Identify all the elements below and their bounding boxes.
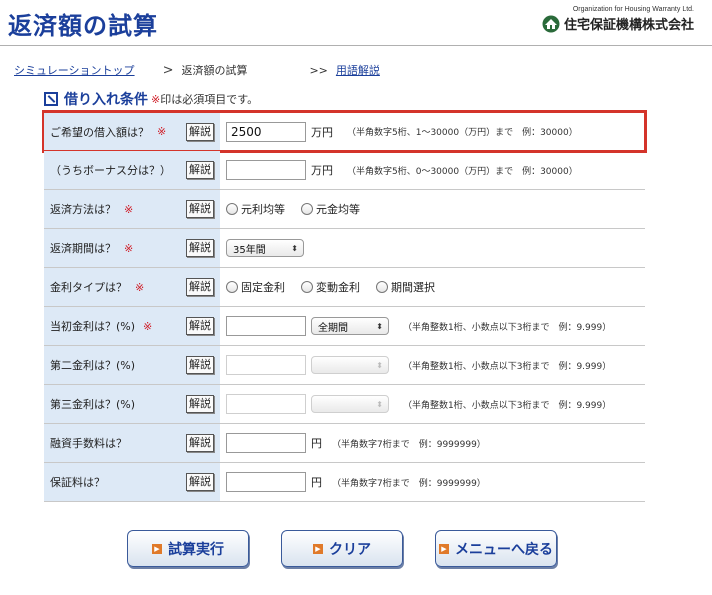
section-header: 借り入れ条件 ※印は必須項目です。 — [44, 89, 258, 109]
rate-type-help-button[interactable]: 解説 — [186, 278, 214, 296]
arrow-right-icon: ▶ — [439, 543, 449, 554]
loan-amount-hint: （半角数字5桁、1〜30000（万円）まで 例：30000） — [347, 128, 578, 138]
fee-hint: （半角数字7桁まで 例：9999999） — [332, 439, 486, 450]
arrow-right-icon: ▶ — [152, 543, 162, 554]
fee-unit: 円 — [311, 437, 322, 450]
row-rate2: 第二金利は？(%) 解説 ⬍ （半角整数1桁、小数点以下3桁まで 例：9.999… — [44, 346, 645, 385]
guarantee-input[interactable] — [226, 472, 306, 492]
rate-type-label: 金利タイプは？ — [50, 281, 127, 294]
organization-logo-icon — [542, 15, 560, 32]
chevron-updown-icon: ⬍ — [376, 360, 383, 370]
row-repay-method: 返済方法は？ ※ 解説 元利均等 元金均等 — [44, 190, 645, 229]
organization-name-jp: 住宅保証機構株式会社 — [563, 18, 694, 33]
bonus-input[interactable] — [226, 160, 306, 180]
rate1-help-button[interactable]: 解説 — [186, 317, 214, 335]
rate1-period-select[interactable]: 全期間 ⬍ — [311, 317, 389, 335]
calculate-button[interactable]: ▶ 試算実行 — [127, 530, 249, 567]
radio-button[interactable] — [226, 203, 238, 215]
guarantee-label: 保証料は？ — [50, 476, 105, 489]
row-rate-type: 金利タイプは？ ※ 解説 固定金利 変動金利 期間選択 — [44, 268, 645, 307]
rate1-input[interactable] — [226, 316, 306, 336]
back-to-menu-button[interactable]: ▶ メニューへ戻る — [435, 530, 557, 567]
breadcrumb: シミュレーショントップ > 返済額の試算 >> 用語解説 — [14, 62, 380, 78]
chevron-updown-icon: ⬍ — [376, 399, 383, 409]
page-title: 返済額の試算 — [8, 12, 158, 40]
row-rate3: 第三金利は？(%) 解説 ⬍ （半角整数1桁、小数点以下3桁まで 例：9.999… — [44, 385, 645, 424]
repay-period-label: 返済期間は？ — [50, 242, 116, 255]
required-mark: ※ — [124, 202, 134, 216]
required-note-mark: ※ — [151, 93, 161, 106]
fee-help-button[interactable]: 解説 — [186, 434, 214, 452]
rate2-help-button[interactable]: 解説 — [186, 356, 214, 374]
radio-fixed-rate[interactable]: 固定金利 — [226, 279, 285, 295]
chevron-updown-icon: ⬍ — [376, 321, 383, 331]
required-note-text: 印は必須項目です。 — [160, 93, 259, 106]
organization-branding: Organization for Housing Warranty Ltd. 住… — [542, 6, 694, 33]
radio-button[interactable] — [301, 203, 313, 215]
breadcrumb-top-link[interactable]: シミュレーショントップ — [14, 62, 135, 78]
section-arrow-icon — [44, 92, 58, 106]
bonus-hint: （半角数字5桁、0〜30000（万円）まで 例：30000） — [347, 166, 578, 177]
breadcrumb-current: 返済額の試算 — [181, 64, 248, 77]
loan-amount-input[interactable] — [226, 121, 306, 142]
section-title: 借り入れ条件 — [64, 92, 148, 108]
rate3-label: 第三金利は？(%) — [50, 398, 136, 411]
rate3-hint: （半角整数1桁、小数点以下3桁まで 例：9.999） — [403, 400, 612, 411]
page-header: 返済額の試算 Organization for Housing Warranty… — [0, 0, 712, 46]
clear-button[interactable]: ▶ クリア — [281, 530, 403, 567]
radio-equal-principal[interactable]: 元金均等 — [301, 201, 360, 217]
radio-button[interactable] — [301, 281, 313, 293]
loan-amount-label: ご希望の借入額は？ — [50, 125, 149, 139]
bonus-help-button[interactable]: 解説 — [186, 161, 214, 179]
rate3-input[interactable] — [226, 394, 306, 414]
repay-period-help-button[interactable]: 解説 — [186, 239, 214, 257]
required-note: ※印は必須項目です。 — [151, 91, 258, 107]
row-loan-amount: ご希望の借入額は？ ※ 解説 万円 （半角数字5桁、1〜30000（万円）まで 例… — [42, 110, 647, 153]
rate1-label: 当初金利は？(%) — [50, 320, 136, 333]
radio-button[interactable] — [226, 281, 238, 293]
repay-method-label: 返済方法は？ — [50, 203, 116, 216]
fee-input[interactable] — [226, 433, 306, 453]
row-guarantee: 保証料は？ 解説 円 （半角数字7桁まで 例：9999999） — [44, 463, 645, 502]
glossary-link[interactable]: 用語解説 — [336, 62, 380, 78]
loan-amount-unit: 万円 — [311, 125, 333, 139]
loan-amount-help-button[interactable]: 解説 — [186, 122, 214, 141]
breadcrumb-separator: > — [162, 62, 174, 78]
radio-period-select[interactable]: 期間選択 — [376, 279, 435, 295]
rate2-hint: （半角整数1桁、小数点以下3桁まで 例：9.999） — [403, 361, 612, 372]
fee-label: 融資手数料は？ — [50, 437, 127, 450]
glossary-arrow: >> — [309, 63, 328, 77]
row-rate1: 当初金利は？(%) ※ 解説 全期間 ⬍ （半角整数1桁、小数点以下3桁まで 例：9… — [44, 307, 645, 346]
guarantee-hint: （半角数字7桁まで 例：9999999） — [332, 478, 486, 489]
repay-method-help-button[interactable]: 解説 — [186, 200, 214, 218]
arrow-right-icon: ▶ — [313, 543, 323, 554]
rate1-hint: （半角整数1桁、小数点以下3桁まで 例：9.999） — [403, 322, 612, 333]
radio-button[interactable] — [376, 281, 388, 293]
row-fee: 融資手数料は？ 解説 円 （半角数字7桁まで 例：9999999） — [44, 424, 645, 463]
required-mark: ※ — [157, 125, 167, 138]
bonus-unit: 万円 — [311, 164, 333, 177]
required-mark: ※ — [124, 241, 134, 255]
required-mark: ※ — [135, 280, 145, 294]
rate2-label: 第二金利は？(%) — [50, 359, 136, 372]
guarantee-help-button[interactable]: 解説 — [186, 473, 214, 491]
row-bonus: （うちボーナス分は？） 解説 万円 （半角数字5桁、0〜30000（万円）まで … — [44, 151, 645, 190]
rate2-input[interactable] — [226, 355, 306, 375]
radio-variable-rate[interactable]: 変動金利 — [301, 279, 360, 295]
required-mark: ※ — [143, 319, 153, 333]
rate2-period-select[interactable]: ⬍ — [311, 356, 389, 374]
organization-name-en: Organization for Housing Warranty Ltd. — [572, 6, 694, 13]
radio-equal-payment[interactable]: 元利均等 — [226, 201, 285, 217]
guarantee-unit: 円 — [311, 476, 322, 489]
repay-period-select[interactable]: 35年間 ⬍ — [226, 239, 304, 257]
bonus-label: （うちボーナス分は？） — [50, 164, 171, 177]
rate3-period-select[interactable]: ⬍ — [311, 395, 389, 413]
row-repay-period: 返済期間は？ ※ 解説 35年間 ⬍ — [44, 229, 645, 268]
loan-conditions-form: ご希望の借入額は？ ※ 解説 万円 （半角数字5桁、1〜30000（万円）まで 例… — [42, 110, 647, 502]
chevron-updown-icon: ⬍ — [291, 243, 298, 253]
rate3-help-button[interactable]: 解説 — [186, 395, 214, 413]
